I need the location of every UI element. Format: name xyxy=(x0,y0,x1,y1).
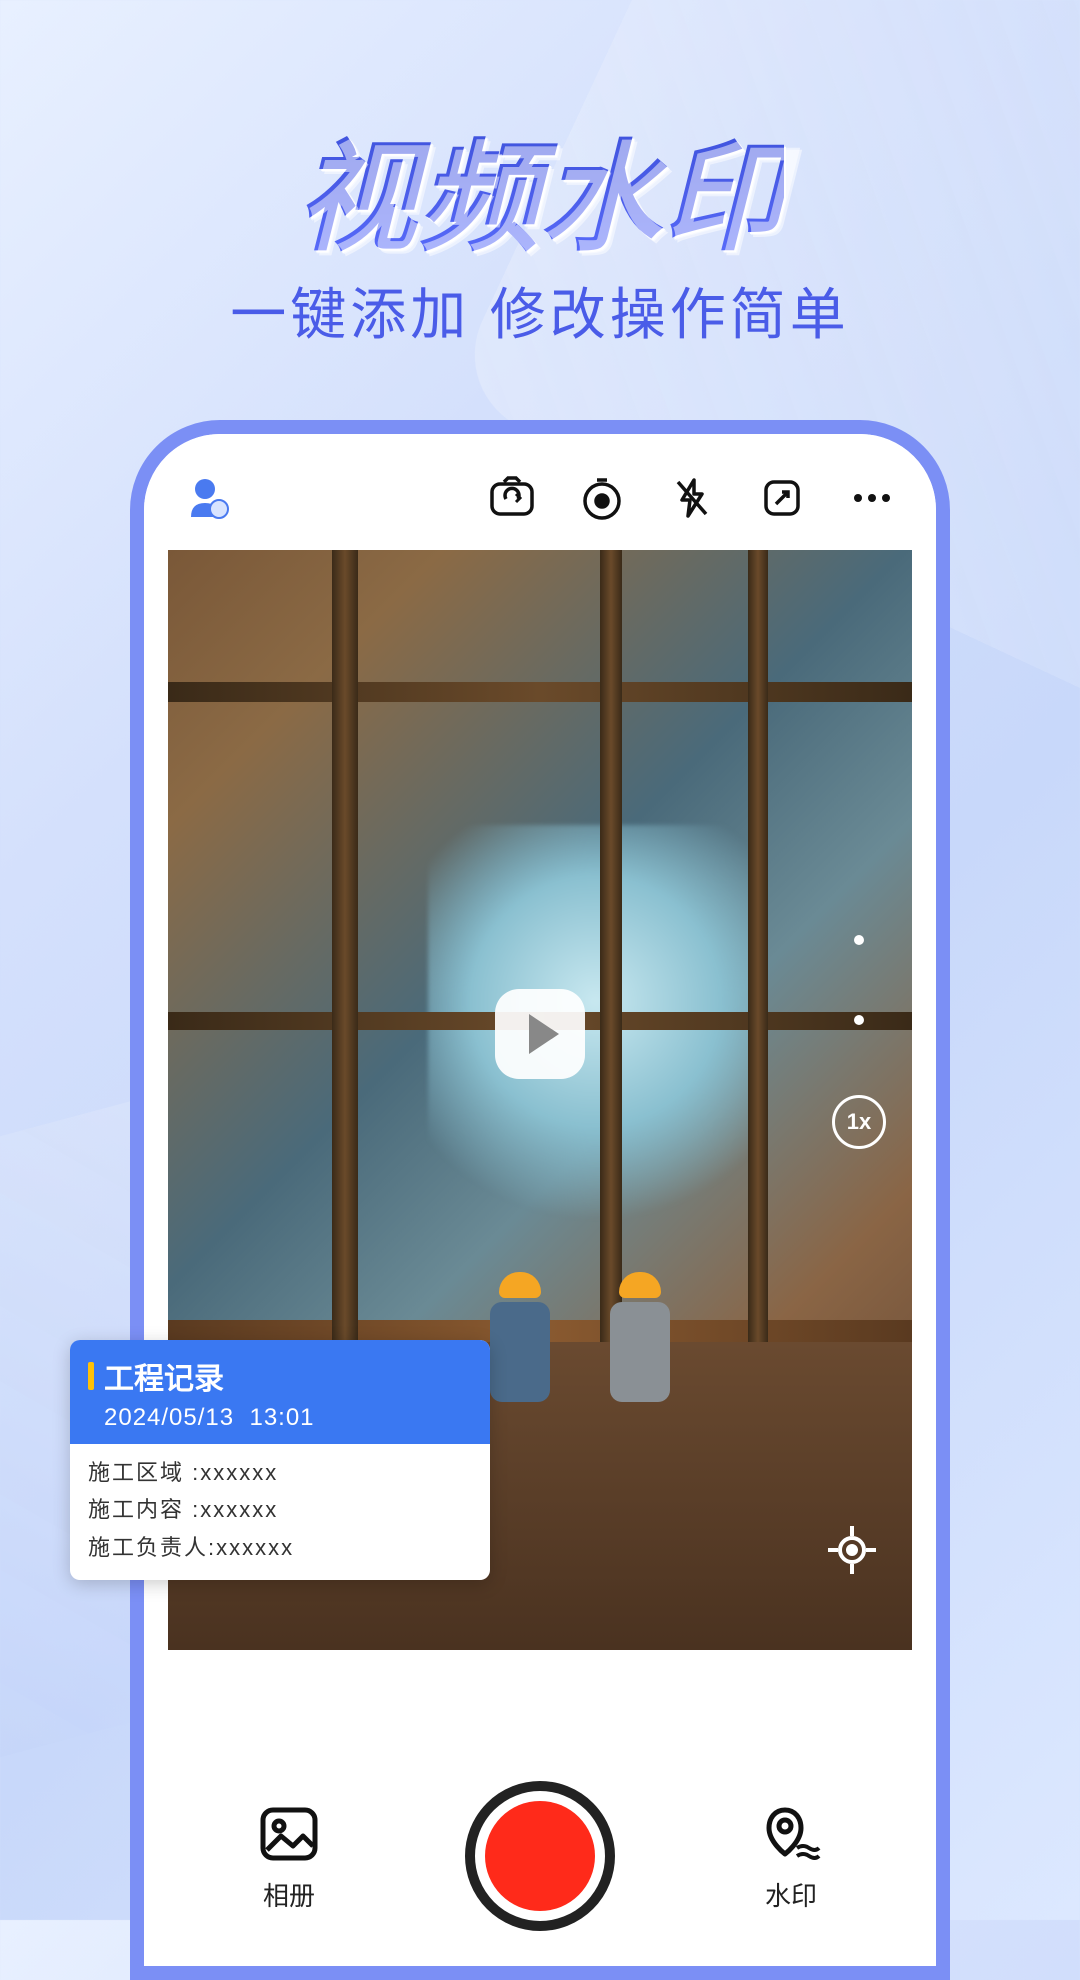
zoom-dot xyxy=(854,1015,864,1025)
watermark-overlay-card[interactable]: 工程记录 2024/05/13 13:01 施工区域 :xxxxxx 施工内容 … xyxy=(70,1340,490,1580)
timer-icon[interactable] xyxy=(574,470,630,526)
camera-toolbar xyxy=(144,434,936,550)
switch-camera-icon[interactable] xyxy=(484,470,540,526)
gallery-button[interactable]: 相册 xyxy=(255,1800,323,1913)
hero-title: 视频水印 xyxy=(296,100,784,274)
zoom-control[interactable]: 1x xyxy=(832,935,886,1149)
watermark-datetime: 2024/05/13 13:01 xyxy=(88,1404,472,1432)
zoom-dot xyxy=(854,935,864,945)
record-button[interactable] xyxy=(465,1781,615,1931)
bottom-toolbar: 相册 水印 xyxy=(144,1746,936,1966)
watermark-header: 工程记录 2024/05/13 13:01 xyxy=(70,1340,490,1444)
record-inner-icon xyxy=(485,1801,595,1911)
gallery-label: 相册 xyxy=(263,1876,315,1913)
zoom-level-badge[interactable]: 1x xyxy=(832,1095,886,1149)
flash-icon[interactable] xyxy=(664,470,720,526)
focus-target-icon[interactable] xyxy=(822,1520,882,1580)
watermark-row: 施工区域 :xxxxxx xyxy=(88,1454,472,1491)
phone-mockup-frame: 1x 相册 xyxy=(130,420,950,1980)
watermark-label: 水印 xyxy=(765,1876,817,1913)
watermark-body: 施工区域 :xxxxxx 施工内容 :xxxxxx 施工负责人:xxxxxx xyxy=(70,1444,490,1580)
watermark-row: 施工负责人:xxxxxx xyxy=(88,1529,472,1566)
accent-bar-icon xyxy=(88,1362,94,1390)
expand-icon[interactable] xyxy=(754,470,810,526)
watermark-row: 施工内容 :xxxxxx xyxy=(88,1491,472,1528)
profile-icon[interactable] xyxy=(180,470,236,526)
play-button[interactable] xyxy=(495,989,585,1079)
watermark-button[interactable]: 水印 xyxy=(757,1800,825,1913)
more-icon[interactable] xyxy=(844,470,900,526)
hero-subtitle: 一键添加 修改操作简单 xyxy=(230,270,850,351)
watermark-title: 工程记录 xyxy=(104,1354,224,1398)
